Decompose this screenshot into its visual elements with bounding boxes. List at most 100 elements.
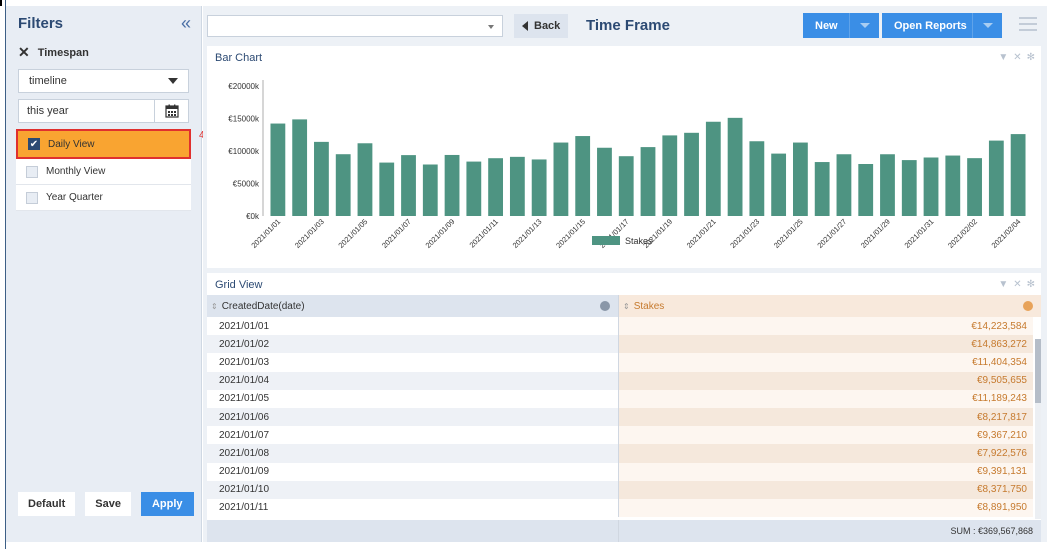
- y-tick-label: €20000k: [228, 82, 260, 91]
- bar[interactable]: [509, 156, 525, 216]
- column-menu-icon[interactable]: [1023, 301, 1033, 311]
- bar[interactable]: [335, 154, 351, 216]
- hamburger-menu-icon[interactable]: [1019, 17, 1037, 31]
- x-tick-label: 2021/02/04: [990, 217, 1023, 250]
- checkbox-icon[interactable]: [26, 165, 38, 178]
- bar[interactable]: [792, 142, 808, 216]
- column-header-stakes[interactable]: ⇕ Stakes: [619, 295, 1041, 317]
- bar[interactable]: [270, 123, 286, 216]
- view-option-year-quarter[interactable]: Year Quarter: [16, 185, 191, 211]
- view-option-label: Daily View: [48, 138, 95, 150]
- sort-icon[interactable]: ⇕: [211, 302, 218, 311]
- grid-scrollbar[interactable]: [1035, 339, 1041, 519]
- table-row[interactable]: 2021/01/01 €14,223,584: [207, 317, 1041, 336]
- bar[interactable]: [422, 164, 438, 216]
- table-row[interactable]: 2021/01/07 €9,367,210: [207, 426, 1041, 445]
- cell-stakes: €9,391,131: [619, 462, 1033, 481]
- bar[interactable]: [597, 147, 612, 216]
- bar[interactable]: [531, 159, 547, 216]
- bar[interactable]: [967, 158, 982, 216]
- column-header-date[interactable]: ⇕ CreatedDate(date): [207, 295, 619, 317]
- bar[interactable]: [466, 161, 482, 216]
- bar[interactable]: [945, 155, 961, 216]
- bar[interactable]: [575, 136, 591, 216]
- bar[interactable]: [488, 158, 504, 216]
- cell-date: 2021/01/03: [207, 353, 619, 372]
- bar[interactable]: [292, 119, 308, 216]
- apply-button[interactable]: Apply: [140, 492, 194, 516]
- bar[interactable]: [705, 121, 721, 216]
- bar[interactable]: [357, 143, 373, 216]
- back-button[interactable]: Back: [514, 14, 569, 38]
- bar[interactable]: [880, 154, 895, 216]
- cell-date: 2021/01/10: [207, 480, 619, 499]
- view-option-daily[interactable]: ✔ Daily View: [16, 129, 191, 159]
- scrollbar-thumb[interactable]: [1035, 339, 1041, 403]
- gear-icon[interactable]: ✻: [1027, 279, 1035, 290]
- bar[interactable]: [379, 162, 395, 216]
- default-button[interactable]: Default: [18, 492, 76, 516]
- date-range-input[interactable]: this year: [18, 99, 189, 123]
- table-row[interactable]: 2021/01/10 €8,371,750: [207, 480, 1041, 499]
- filters-header: Filters «: [6, 6, 201, 40]
- bar[interactable]: [553, 142, 569, 216]
- open-reports-button[interactable]: Open Reports: [882, 13, 1002, 38]
- new-button[interactable]: New: [803, 13, 879, 38]
- checkbox-icon[interactable]: [26, 191, 38, 204]
- bar[interactable]: [814, 162, 830, 216]
- x-tick-label: 2021/01/23: [728, 217, 761, 250]
- cell-stakes: €8,891,950: [619, 498, 1033, 518]
- grid-body: 2021/01/01 €14,223,584 2021/01/02 €14,863,2…: [207, 317, 1041, 518]
- data-grid: ⇕ CreatedDate(date) ⇕ Stakes 2021/01/01 €14…: [207, 295, 1041, 542]
- bar[interactable]: [749, 141, 765, 216]
- timespan-section[interactable]: ✕ Timespan: [6, 40, 201, 65]
- table-row[interactable]: 2021/01/02 €14,863,272: [207, 335, 1041, 354]
- collapse-double-chevron-icon[interactable]: «: [181, 13, 191, 34]
- bar[interactable]: [314, 141, 329, 216]
- grid-header: ⇕ CreatedDate(date) ⇕ Stakes: [207, 295, 1041, 317]
- bar[interactable]: [618, 156, 634, 216]
- bar[interactable]: [901, 160, 917, 216]
- close-icon[interactable]: ✕: [18, 44, 30, 61]
- bar[interactable]: [444, 154, 460, 216]
- cell-stakes: €14,223,584: [619, 317, 1033, 336]
- view-option-monthly[interactable]: Monthly View: [16, 159, 191, 185]
- bar[interactable]: [640, 147, 656, 216]
- timeline-select[interactable]: timeline: [18, 69, 189, 93]
- bar[interactable]: [988, 140, 1004, 216]
- table-row[interactable]: 2021/01/04 €9,505,655: [207, 371, 1041, 390]
- save-button[interactable]: Save: [85, 492, 131, 516]
- table-row[interactable]: 2021/01/08 €7,922,576: [207, 444, 1041, 463]
- table-row[interactable]: 2021/01/03 €11,404,354: [207, 353, 1041, 372]
- expand-icon[interactable]: ✕: [1013, 279, 1021, 290]
- cell-date: 2021/01/01: [207, 317, 619, 336]
- new-dropdown-toggle[interactable]: [849, 13, 879, 38]
- bar[interactable]: [662, 135, 678, 216]
- table-row[interactable]: 2021/01/05 €11,189,243: [207, 389, 1041, 408]
- bar[interactable]: [771, 153, 787, 216]
- bar[interactable]: [684, 132, 699, 216]
- column-menu-icon[interactable]: [600, 301, 610, 311]
- calendar-icon[interactable]: [154, 100, 188, 122]
- x-tick-label: 2021/01/31: [903, 217, 936, 250]
- x-tick-label: 2021/01/27: [815, 217, 848, 250]
- bar[interactable]: [923, 157, 939, 217]
- checkbox-checked-icon[interactable]: ✔: [28, 138, 40, 150]
- sort-icon[interactable]: ⇕: [623, 302, 630, 311]
- open-reports-dropdown-toggle[interactable]: [972, 13, 1002, 38]
- main-area: Back Time Frame New Open Reports Bar Cha…: [203, 6, 1047, 542]
- legend-label[interactable]: Stakes: [625, 236, 653, 246]
- bar[interactable]: [727, 117, 743, 216]
- table-row[interactable]: 2021/01/09 €9,391,131: [207, 462, 1041, 481]
- legend-swatch[interactable]: [592, 236, 620, 245]
- report-select[interactable]: [207, 15, 503, 37]
- bar[interactable]: [1010, 134, 1026, 216]
- bar[interactable]: [401, 155, 416, 216]
- bar[interactable]: [836, 154, 852, 216]
- bar[interactable]: [858, 164, 874, 216]
- x-tick-label: 2021/01/13: [511, 217, 544, 250]
- filter-icon[interactable]: ▼: [998, 279, 1008, 290]
- table-row[interactable]: 2021/01/06 €8,217,817: [207, 407, 1041, 427]
- cell-stakes: €14,863,272: [619, 335, 1033, 354]
- table-row[interactable]: 2021/01/11 €8,891,950: [207, 498, 1041, 518]
